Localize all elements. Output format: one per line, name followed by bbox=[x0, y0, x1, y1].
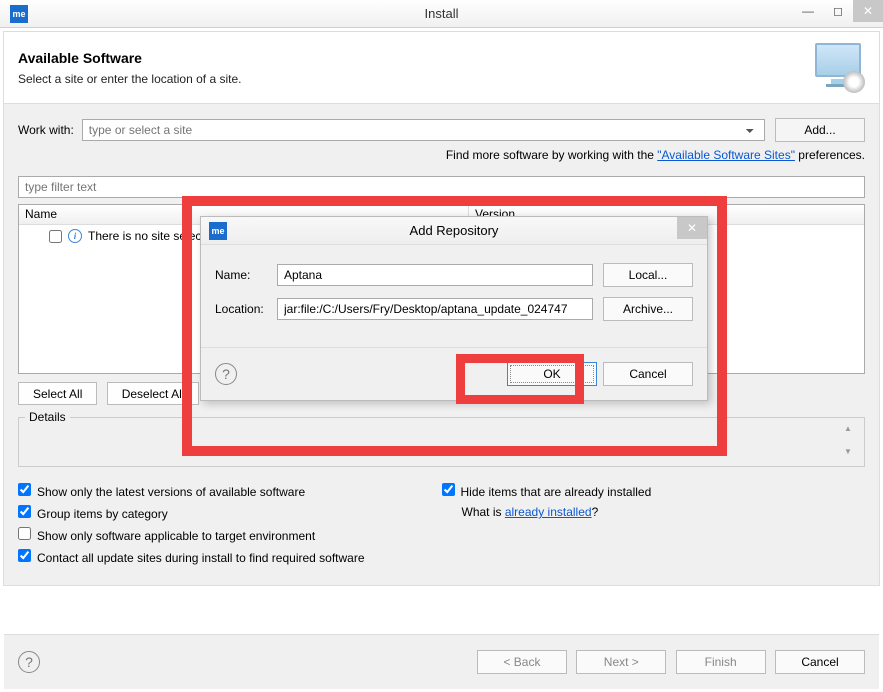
next-button[interactable]: Next > bbox=[576, 650, 666, 674]
window-title: Install bbox=[425, 6, 459, 21]
tree-row-checkbox[interactable] bbox=[49, 230, 62, 243]
back-button[interactable]: < Back bbox=[477, 650, 567, 674]
details-label: Details bbox=[25, 410, 70, 424]
window-close-button[interactable]: ✕ bbox=[853, 0, 883, 22]
add-button[interactable]: Add... bbox=[775, 118, 865, 142]
find-more-text: Find more software by working with the "… bbox=[18, 148, 865, 162]
wizard-footer: ? < Back Next > Finish Cancel bbox=[4, 634, 879, 689]
check-latest-versions[interactable]: Show only the latest versions of availab… bbox=[18, 483, 442, 499]
name-label: Name: bbox=[215, 268, 277, 282]
cancel-button[interactable]: Cancel bbox=[775, 650, 865, 674]
dialog-titlebar: me Add Repository ✕ bbox=[201, 217, 707, 245]
help-button[interactable]: ? bbox=[18, 651, 40, 673]
check-target-env[interactable]: Show only software applicable to target … bbox=[18, 527, 442, 543]
window-minimize-button[interactable]: — bbox=[793, 0, 823, 22]
select-all-button[interactable]: Select All bbox=[18, 382, 97, 405]
header-icon bbox=[810, 43, 865, 93]
check-group-category[interactable]: Group items by category bbox=[18, 505, 442, 521]
header-heading: Available Software bbox=[18, 50, 241, 66]
details-group: Details ▲ ▼ bbox=[18, 417, 865, 467]
check-contact-sites[interactable]: Contact all update sites during install … bbox=[18, 549, 442, 565]
window-maximize-button[interactable]: ◻ bbox=[823, 0, 853, 22]
already-installed-link[interactable]: already installed bbox=[505, 505, 592, 519]
app-icon: me bbox=[10, 5, 28, 23]
already-installed-text: What is already installed? bbox=[462, 505, 866, 519]
add-repository-dialog: me Add Repository ✕ Name: Local... Locat… bbox=[200, 216, 708, 401]
location-input[interactable] bbox=[277, 298, 593, 320]
name-input[interactable] bbox=[277, 264, 593, 286]
filter-input[interactable] bbox=[18, 176, 865, 198]
details-expand-icon[interactable]: ▲ ▼ bbox=[844, 424, 858, 460]
wizard-header: Available Software Select a site or ente… bbox=[4, 32, 879, 104]
work-with-combo[interactable] bbox=[82, 119, 765, 141]
options-area: Show only the latest versions of availab… bbox=[18, 483, 865, 571]
dialog-close-button[interactable]: ✕ bbox=[677, 217, 707, 239]
check-hide-installed[interactable]: Hide items that are already installed bbox=[442, 483, 866, 499]
dialog-help-button[interactable]: ? bbox=[215, 363, 237, 385]
deselect-all-button[interactable]: Deselect All bbox=[107, 382, 200, 405]
local-button[interactable]: Local... bbox=[603, 263, 693, 287]
dialog-cancel-button[interactable]: Cancel bbox=[603, 362, 693, 386]
archive-button[interactable]: Archive... bbox=[603, 297, 693, 321]
software-sites-link[interactable]: "Available Software Sites" bbox=[657, 148, 795, 162]
window-titlebar: me Install — ◻ ✕ bbox=[0, 0, 883, 28]
ok-button[interactable]: OK bbox=[507, 362, 597, 386]
info-icon: i bbox=[68, 229, 82, 243]
dialog-title: Add Repository bbox=[410, 223, 499, 238]
finish-button[interactable]: Finish bbox=[676, 650, 766, 674]
dialog-app-icon: me bbox=[209, 222, 227, 240]
header-subheading: Select a site or enter the location of a… bbox=[18, 72, 241, 86]
work-with-label: Work with: bbox=[18, 123, 74, 137]
location-label: Location: bbox=[215, 302, 277, 316]
